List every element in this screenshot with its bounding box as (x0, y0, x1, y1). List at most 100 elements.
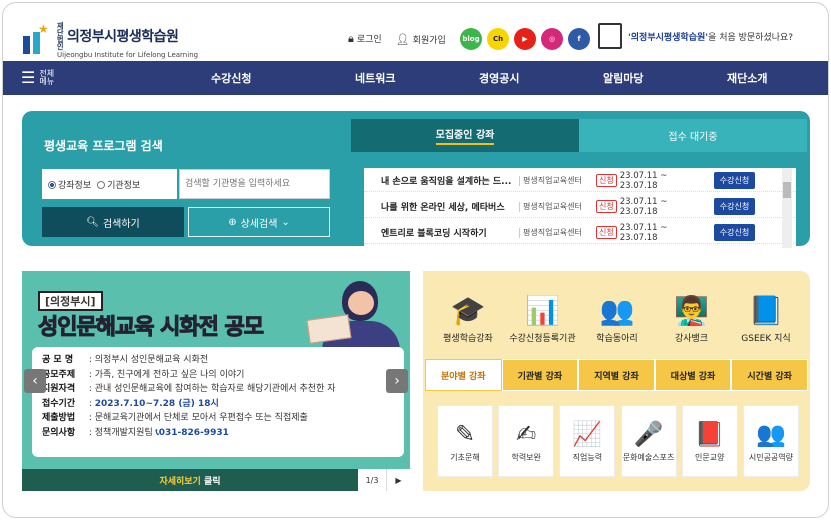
study-club-icon: 👥 (599, 293, 635, 327)
chevron-down-icon: ⌄ (281, 216, 290, 228)
service-label: 학습동아리 (596, 334, 638, 344)
nav-item-disclosure[interactable]: 경영공시 (479, 70, 519, 86)
category-tab-3[interactable]: 대상별 강좌 (654, 359, 732, 391)
service-0[interactable]: 🎓 평생학습강좌 (431, 289, 505, 345)
course-title[interactable]: 엔트리로 블록코딩 시작하기 (364, 226, 519, 239)
radio-course-info[interactable]: 강좌정보 (48, 178, 91, 191)
headline-part-a: 성인문해교육 (37, 315, 154, 341)
info-key: 공 모 명 (42, 355, 74, 365)
category-item[interactable]: ✍ 학력보완 (498, 405, 555, 477)
page-frame: ★ 재단법인 의정부시평생학습원 Uijeongbu Institute for … (2, 2, 829, 518)
status-badge: 신청 (596, 200, 617, 213)
category-item[interactable]: ✎ 기초문해 (437, 405, 493, 477)
banner-page-indicator: 1/3 (358, 469, 386, 491)
course-row[interactable]: 엔트리로 블록코딩 시작하기 평생직업교육센터 신청 23.07.11 ~ 23.07… (364, 222, 796, 244)
search-input[interactable] (179, 169, 330, 199)
nav-item-about[interactable]: 재단소개 (727, 70, 767, 86)
apply-button[interactable]: 수강신청 (713, 172, 756, 189)
info-value: 문해교육기관에서 단체로 모아서 우편접수 또는 직접제출 (94, 413, 308, 423)
category-item[interactable]: 👥 시민공공역량 (742, 405, 799, 477)
info-value: 의정부시 성인문해교육 시화전 (94, 355, 209, 365)
category-tab-1[interactable]: 기관별 강좌 (501, 359, 579, 391)
banner-info-line: 접수기간 : 2023.7.10~7.28 (금) 18시 (42, 397, 394, 412)
info-value: 정책개발지원팀 (94, 427, 153, 438)
detail-search-button[interactable]: ⊕ 상세검색 ⌄ (188, 207, 330, 237)
service-label: GSEEK 지식 (741, 334, 791, 344)
first-visit-guide[interactable]: '의정부시평생학습원'을 처음 방문하셨나요? (598, 23, 793, 49)
banner-prev-arrow[interactable]: ‹ (24, 369, 46, 393)
blog-icon[interactable]: blog (460, 28, 482, 50)
degree-icon: ✍ (516, 420, 537, 448)
search-button-label: 검색하기 (102, 218, 140, 230)
service-label: 평생학습강좌 (443, 334, 493, 344)
info-value: 2023.7.10~7.28 (금) 18시 (94, 398, 219, 409)
course-row[interactable]: 나를 위한 온라인 세상, 메타버스 평생직업교육센터 신청 23.07.11 ~ 2… (364, 196, 796, 218)
category-label: 직업능력 (572, 453, 603, 462)
banner-info-line: 공 모 명 : 의정부시 성인문해교육 시화전 (42, 353, 394, 368)
banner-info-line: 제출방법 : 문해교육기관에서 단체로 모아서 우편접수 또는 직접제출 (42, 411, 394, 426)
logo-subtitle: Uijeongbu Institute for Lifelong Learnin… (57, 51, 199, 59)
radio-course-label: 강좌정보 (58, 180, 92, 191)
signup-link[interactable]: 👤︎ 회원가입 (396, 33, 446, 46)
tab-waiting[interactable]: 접수 대기중 (579, 119, 807, 152)
category-tab-4[interactable]: 시간별 강좌 (731, 359, 808, 391)
search-icon: 🔍︎ (86, 216, 99, 228)
apply-button[interactable]: 수강신청 (713, 224, 756, 241)
logo-small-text: 재단법인 (57, 22, 63, 51)
banner-more-link[interactable]: 자세히보기 클릭 (22, 474, 358, 487)
nav-item-apply[interactable]: 수강신청 (211, 70, 251, 86)
category-tabs: 분야별 강좌 기관별 강좌 지역별 강좌 대상별 강좌 시간별 강좌 (425, 359, 808, 391)
apply-button[interactable]: 수강신청 (713, 198, 756, 215)
category-tab-0[interactable]: 분야별 강좌 (425, 359, 502, 391)
login-link[interactable]: 🔒︎ 로그인 (348, 32, 382, 46)
service-label: 수강신청등록기관 (509, 334, 576, 344)
basic-literacy-icon: ✎ (454, 420, 476, 448)
course-period: 23.07.11 ~ 23.07.18 (619, 170, 668, 191)
lifelong-course-icon: 🎓 (450, 293, 486, 327)
site-logo[interactable]: ★ 재단법인 의정부시평생학습원 Uijeongbu Institute for … (21, 22, 199, 59)
status-badge: 신청 (596, 226, 617, 239)
course-title[interactable]: 내 손으로 움직임을 설계하는 드... (364, 174, 519, 187)
more-label: 자세히보기 (159, 476, 201, 487)
banner-next-arrow[interactable]: › (386, 369, 408, 393)
category-item[interactable]: 📕 인문교양 (681, 405, 738, 477)
all-menu-label: 전체 메뉴 (39, 69, 55, 86)
headline-part-b: 시화전 공모 (153, 315, 265, 341)
promo-banner[interactable]: [의정부시] 성인문해교육 시화전 공모 공 모 명 : 의정부시 성인문해교육… (22, 271, 410, 491)
course-title[interactable]: 나를 위한 온라인 세상, 메타버스 (364, 200, 519, 213)
all-menu-button[interactable]: ☰ 전체 메뉴 (3, 70, 133, 86)
nav-item-notice[interactable]: 알림마당 (603, 70, 643, 86)
civic-icon: 👥 (755, 420, 786, 448)
signup-label: 회원가입 (412, 35, 446, 46)
category-label: 기초문해 (450, 453, 480, 462)
course-list-scrollbar[interactable] (782, 168, 792, 248)
zoom-plus-icon: ⊕ (228, 216, 237, 228)
info-key: 문의사항 (42, 427, 76, 438)
status-badge: 신청 (596, 174, 617, 187)
search-type-radios: 강좌정보 기관정보 (42, 169, 177, 199)
category-item[interactable]: 📈 직업능력 (559, 405, 616, 477)
service-3[interactable]: 👨‍🏫 강사뱅크 (655, 289, 729, 345)
service-1[interactable]: 📊 수강신청등록기관 (506, 289, 580, 345)
kakao-channel-icon[interactable]: Ch (487, 28, 509, 50)
service-2[interactable]: 👥 학습동아리 (580, 289, 654, 345)
tab-recruiting[interactable]: 모집중인 강좌 (351, 119, 579, 152)
info-value: 관내 성인문해교육에 참여하는 학습자로 해당기관에서 추천한 자 (94, 384, 336, 394)
banner-tag: [의정부시] (38, 291, 103, 311)
course-list: 내 손으로 움직임을 설계하는 드... 평생직업교육센터 신청 23.07.11 ~… (364, 168, 796, 248)
category-item[interactable]: 🎤 문화예술스포츠 (620, 405, 677, 477)
service-4[interactable]: 📘 GSEEK 지식 (729, 289, 803, 345)
facebook-icon[interactable]: f (568, 28, 590, 50)
registered-institution-icon: 📊 (525, 293, 560, 327)
nav-item-network[interactable]: 네트워크 (355, 70, 395, 86)
guide-board-icon (598, 23, 622, 49)
banner-play-next-button[interactable]: ▶ (386, 469, 410, 491)
welcome-name: '의정부시평생학습원' (628, 32, 709, 43)
course-row[interactable]: 내 손으로 움직임을 설계하는 드... 평생직업교육센터 신청 23.07.11 ~… (364, 170, 796, 192)
utility-links: 🔒︎ 로그인 👤︎ 회원가입 (348, 32, 446, 46)
instagram-icon[interactable]: ◎ (541, 28, 563, 50)
search-button[interactable]: 🔍︎ 검색하기 (42, 207, 184, 237)
category-tab-2[interactable]: 지역별 강좌 (578, 359, 655, 391)
radio-institution-info[interactable]: 기관정보 (97, 178, 140, 191)
youtube-icon[interactable]: ▶ (514, 28, 536, 50)
